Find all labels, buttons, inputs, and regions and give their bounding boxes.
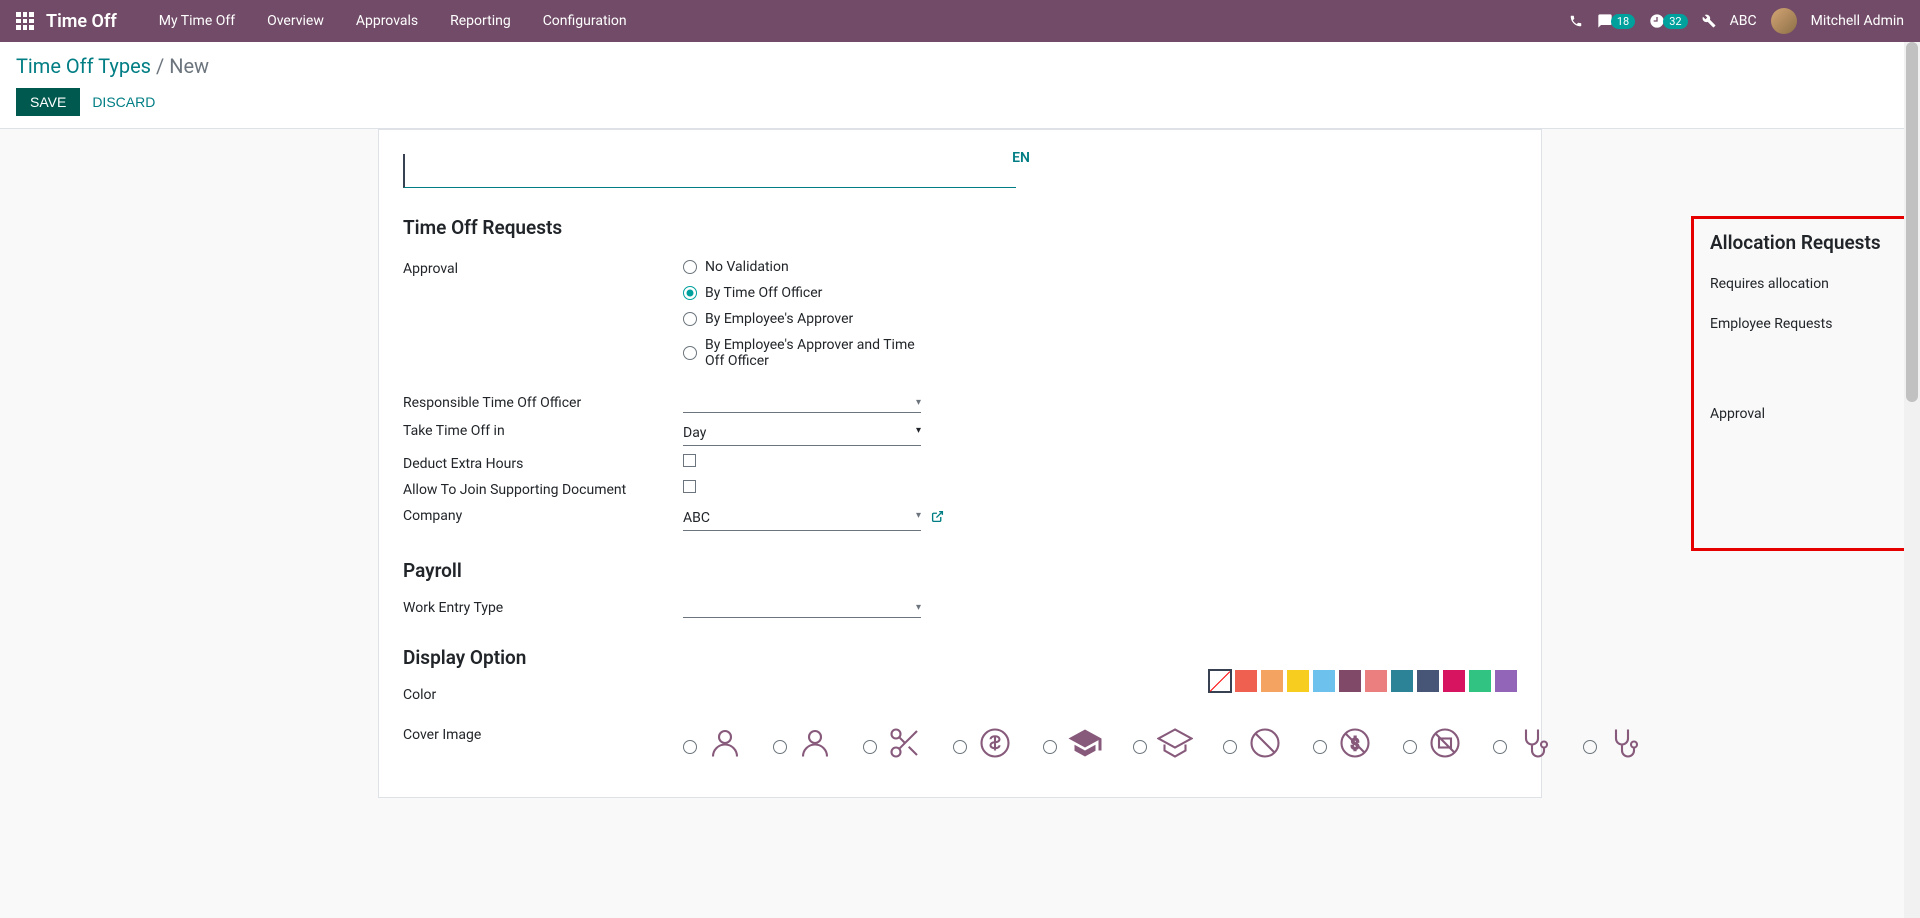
radio-by-approver[interactable]: By Employee's Approver [683,311,1643,327]
cover-option-8[interactable]: $ [1313,725,1373,769]
label-deduct: Deduct Extra Hours [403,454,683,472]
color-orange[interactable] [1261,670,1283,692]
cover-option-9[interactable] [1403,725,1463,769]
label-approval: Approval [403,259,683,277]
phone-icon[interactable] [1569,14,1583,28]
avatar[interactable] [1771,8,1797,34]
color-navy[interactable] [1417,670,1439,692]
take-in-select[interactable]: Day▾ [683,421,921,446]
tools-icon[interactable] [1702,14,1716,28]
color-pink[interactable] [1443,670,1465,692]
no-dollar-icon: $ [1337,725,1373,769]
prohibited-icon [1247,725,1283,769]
radio-no-validation[interactable]: No Validation [683,259,1643,275]
cover-option-1[interactable] [683,725,743,769]
company-switcher[interactable]: ABC [1730,13,1757,29]
name-input[interactable] [403,154,1016,188]
label-work-entry: Work Entry Type [403,598,683,616]
company-select[interactable]: ABC▾ [683,506,921,531]
work-entry-select[interactable]: ▾ [683,598,921,618]
color-lightblue[interactable] [1313,670,1335,692]
color-green[interactable] [1469,670,1491,692]
allocation-requests-highlight: Allocation Requests Requires allocation … [1691,216,1920,551]
breadcrumb: Time Off Types / New [16,54,1904,78]
section-allocation: Allocation Requests [1710,231,1920,254]
apps-icon[interactable] [16,12,34,30]
color-teal[interactable] [1391,670,1413,692]
color-red[interactable] [1235,670,1257,692]
breadcrumb-current: New [169,54,209,78]
color-yellow[interactable] [1287,670,1309,692]
external-link-icon[interactable] [931,510,944,527]
person-icon [797,725,833,769]
cover-option-3[interactable] [863,725,923,769]
radio-by-officer[interactable]: By Time Off Officer [683,285,1643,301]
scrollbar[interactable] [1904,42,1920,918]
brand[interactable]: Time Off [46,11,117,32]
color-salmon[interactable] [1365,670,1387,692]
graduation-icon [1157,725,1193,769]
label-support-doc: Allow To Join Supporting Document [403,480,683,498]
section-requests: Time Off Requests [403,216,1643,239]
form-sheet: EN Time Off Requests Approval No Validat… [378,129,1542,798]
breadcrumb-root[interactable]: Time Off Types [16,54,151,78]
color-palette [1209,670,1517,692]
label-requires: Requires allocation [1710,274,1920,292]
dollar-icon [977,725,1013,769]
section-payroll: Payroll [403,559,1643,582]
graduation-icon [1067,725,1103,769]
radio-by-both[interactable]: By Employee's Approver and Time Off Offi… [683,337,1643,369]
person-icon [707,725,743,769]
label-company: Company [403,506,683,524]
cover-option-4[interactable] [953,725,1013,769]
nav-reporting[interactable]: Reporting [436,13,525,29]
color-plum[interactable] [1339,670,1361,692]
label-color: Color [403,685,683,703]
lang-tag[interactable]: EN [1012,150,1030,166]
stethoscope-icon [1607,725,1643,769]
support-doc-checkbox[interactable] [683,480,696,493]
cover-option-6[interactable] [1133,725,1193,769]
activities-badge: 32 [1663,14,1687,29]
activities-icon[interactable]: 32 [1649,13,1687,29]
label-emp-req: Employee Requests [1710,314,1920,332]
nav-configuration[interactable]: Configuration [529,13,641,29]
color-none[interactable] [1209,670,1231,692]
label-take-in: Take Time Off in [403,421,683,439]
section-display: Display Option [403,646,1643,669]
cover-option-10[interactable] [1493,725,1553,769]
cover-option-11[interactable] [1583,725,1643,769]
deduct-checkbox[interactable] [683,454,696,467]
messages-badge: 18 [1611,14,1635,29]
user-name[interactable]: Mitchell Admin [1811,13,1904,29]
label-officer: Responsible Time Off Officer [403,393,683,411]
color-purple[interactable] [1495,670,1517,692]
officer-select[interactable]: ▾ [683,393,921,413]
save-button[interactable]: SAVE [16,88,80,116]
label-alloc-approval: Approval [1710,404,1920,422]
nav-approvals[interactable]: Approvals [342,13,432,29]
stethoscope-icon [1517,725,1553,769]
cover-option-5[interactable] [1043,725,1103,769]
navbar: Time Off My Time Off Overview Approvals … [0,0,1920,42]
label-cover: Cover Image [403,725,683,743]
no-money-icon [1427,725,1463,769]
scissors-icon [887,725,923,769]
nav-my-time-off[interactable]: My Time Off [145,13,249,29]
messages-icon[interactable]: 18 [1597,13,1635,29]
discard-button[interactable]: DISCARD [92,94,155,110]
header: Time Off Types / New SAVE DISCARD [0,42,1920,129]
nav-overview[interactable]: Overview [253,13,338,29]
cover-option-2[interactable] [773,725,833,769]
cover-option-7[interactable] [1223,725,1283,769]
